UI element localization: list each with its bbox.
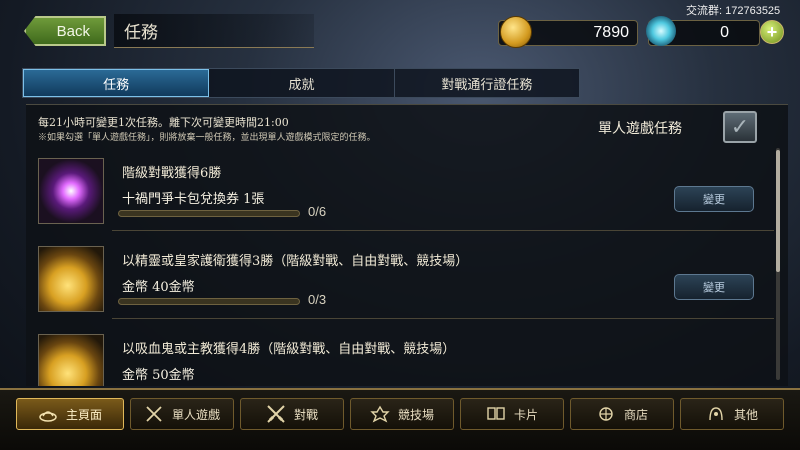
mission-title: 階級對戰獲得6勝 — [122, 166, 222, 181]
nav-battle[interactable]: 對戰 — [240, 398, 344, 430]
mission-progress-bar — [118, 298, 300, 305]
nav-solo-label: 單人遊戲 — [171, 407, 220, 422]
page-title: 任務 — [114, 14, 314, 48]
crystal-icon — [646, 16, 676, 46]
nav-shop[interactable]: 商店 — [570, 398, 674, 430]
home-icon — [39, 411, 57, 422]
nav-shop-label: 商店 — [623, 407, 648, 422]
card-pack-icon — [38, 158, 104, 224]
nav-other[interactable]: 其他 — [680, 398, 784, 430]
gold-coins-icon — [38, 334, 104, 386]
gold-coins-icon — [38, 246, 104, 312]
mission-title: 以吸血鬼或主教獲得4勝（階級對戰、自由對戰、競技場） — [122, 342, 456, 357]
info-note: ※如果勾選「單人遊戲任務」，則將放棄一般任務，並出現單人遊戲模式限定的任務。 — [38, 133, 376, 143]
add-crystals-button[interactable]: + — [760, 20, 784, 44]
mission-reward: 金幣 40金幣 — [122, 280, 195, 295]
tab-missions[interactable]: 任務 — [23, 69, 210, 97]
mission-row: 階級對戰獲得6勝 十禍門爭卡包兌換券 1張 0/6 變更 — [38, 158, 774, 240]
scrollbar-thumb[interactable] — [776, 150, 780, 272]
back-button[interactable]: Back — [24, 16, 106, 46]
nav-cards[interactable]: 卡片 — [460, 398, 564, 430]
mission-reward: 十禍門爭卡包兌換券 1張 — [122, 192, 265, 207]
tab-bar: 任務 成就 對戰通行證任務 — [22, 68, 580, 98]
mission-reward: 金幣 50金幣 — [122, 368, 195, 383]
nav-home-label: 主頁面 — [65, 407, 102, 422]
nav-cards-label: 卡片 — [513, 407, 538, 422]
mission-progress-text: 0/3 — [308, 292, 327, 307]
mission-title: 以精靈或皇家護衛獲得3勝（階級對戰、自由對戰、競技場） — [122, 254, 469, 269]
nav-arena-label: 競技場 — [397, 407, 434, 422]
divider — [112, 318, 774, 319]
cards-icon — [487, 407, 505, 420]
nav-other-label: 其他 — [733, 407, 758, 422]
nav-battle-label: 對戰 — [293, 407, 318, 422]
divider — [112, 230, 774, 231]
change-mission-button[interactable]: 變更 — [674, 274, 754, 300]
tab-battle-pass-missions[interactable]: 對戰通行證任務 — [395, 69, 579, 97]
tab-achievements[interactable]: 成就 — [209, 69, 395, 97]
info-text: 每21小時可變更1次任務。離下次可變更時間21:00 — [38, 116, 289, 129]
solo-mission-checkbox[interactable]: ✓ — [723, 111, 757, 143]
arena-icon — [370, 405, 390, 423]
solo-mission-label: 單人遊戲任務 — [598, 121, 682, 137]
mission-row: 以精靈或皇家護衛獲得3勝（階級對戰、自由對戰、競技場） 金幣 40金幣 0/3 … — [38, 246, 774, 328]
group-watermark: 交流群: 172763525 — [686, 5, 781, 17]
other-icon — [709, 407, 723, 421]
nav-home[interactable]: 主頁面 — [16, 398, 124, 430]
change-mission-button[interactable]: 變更 — [674, 186, 754, 212]
battle-icon — [267, 405, 285, 423]
nav-arena[interactable]: 競技場 — [350, 398, 454, 430]
mission-progress-bar — [118, 210, 300, 217]
mission-progress-text: 0/6 — [308, 204, 327, 219]
checkmark-icon: ✓ — [730, 114, 750, 140]
gold-coin-icon — [500, 16, 532, 48]
solo-icon — [146, 406, 162, 422]
shop-icon — [599, 407, 613, 421]
nav-solo[interactable]: 單人遊戲 — [130, 398, 234, 430]
mission-row: 以吸血鬼或主教獲得4勝（階級對戰、自由對戰、競技場） 金幣 50金幣 — [38, 334, 774, 386]
